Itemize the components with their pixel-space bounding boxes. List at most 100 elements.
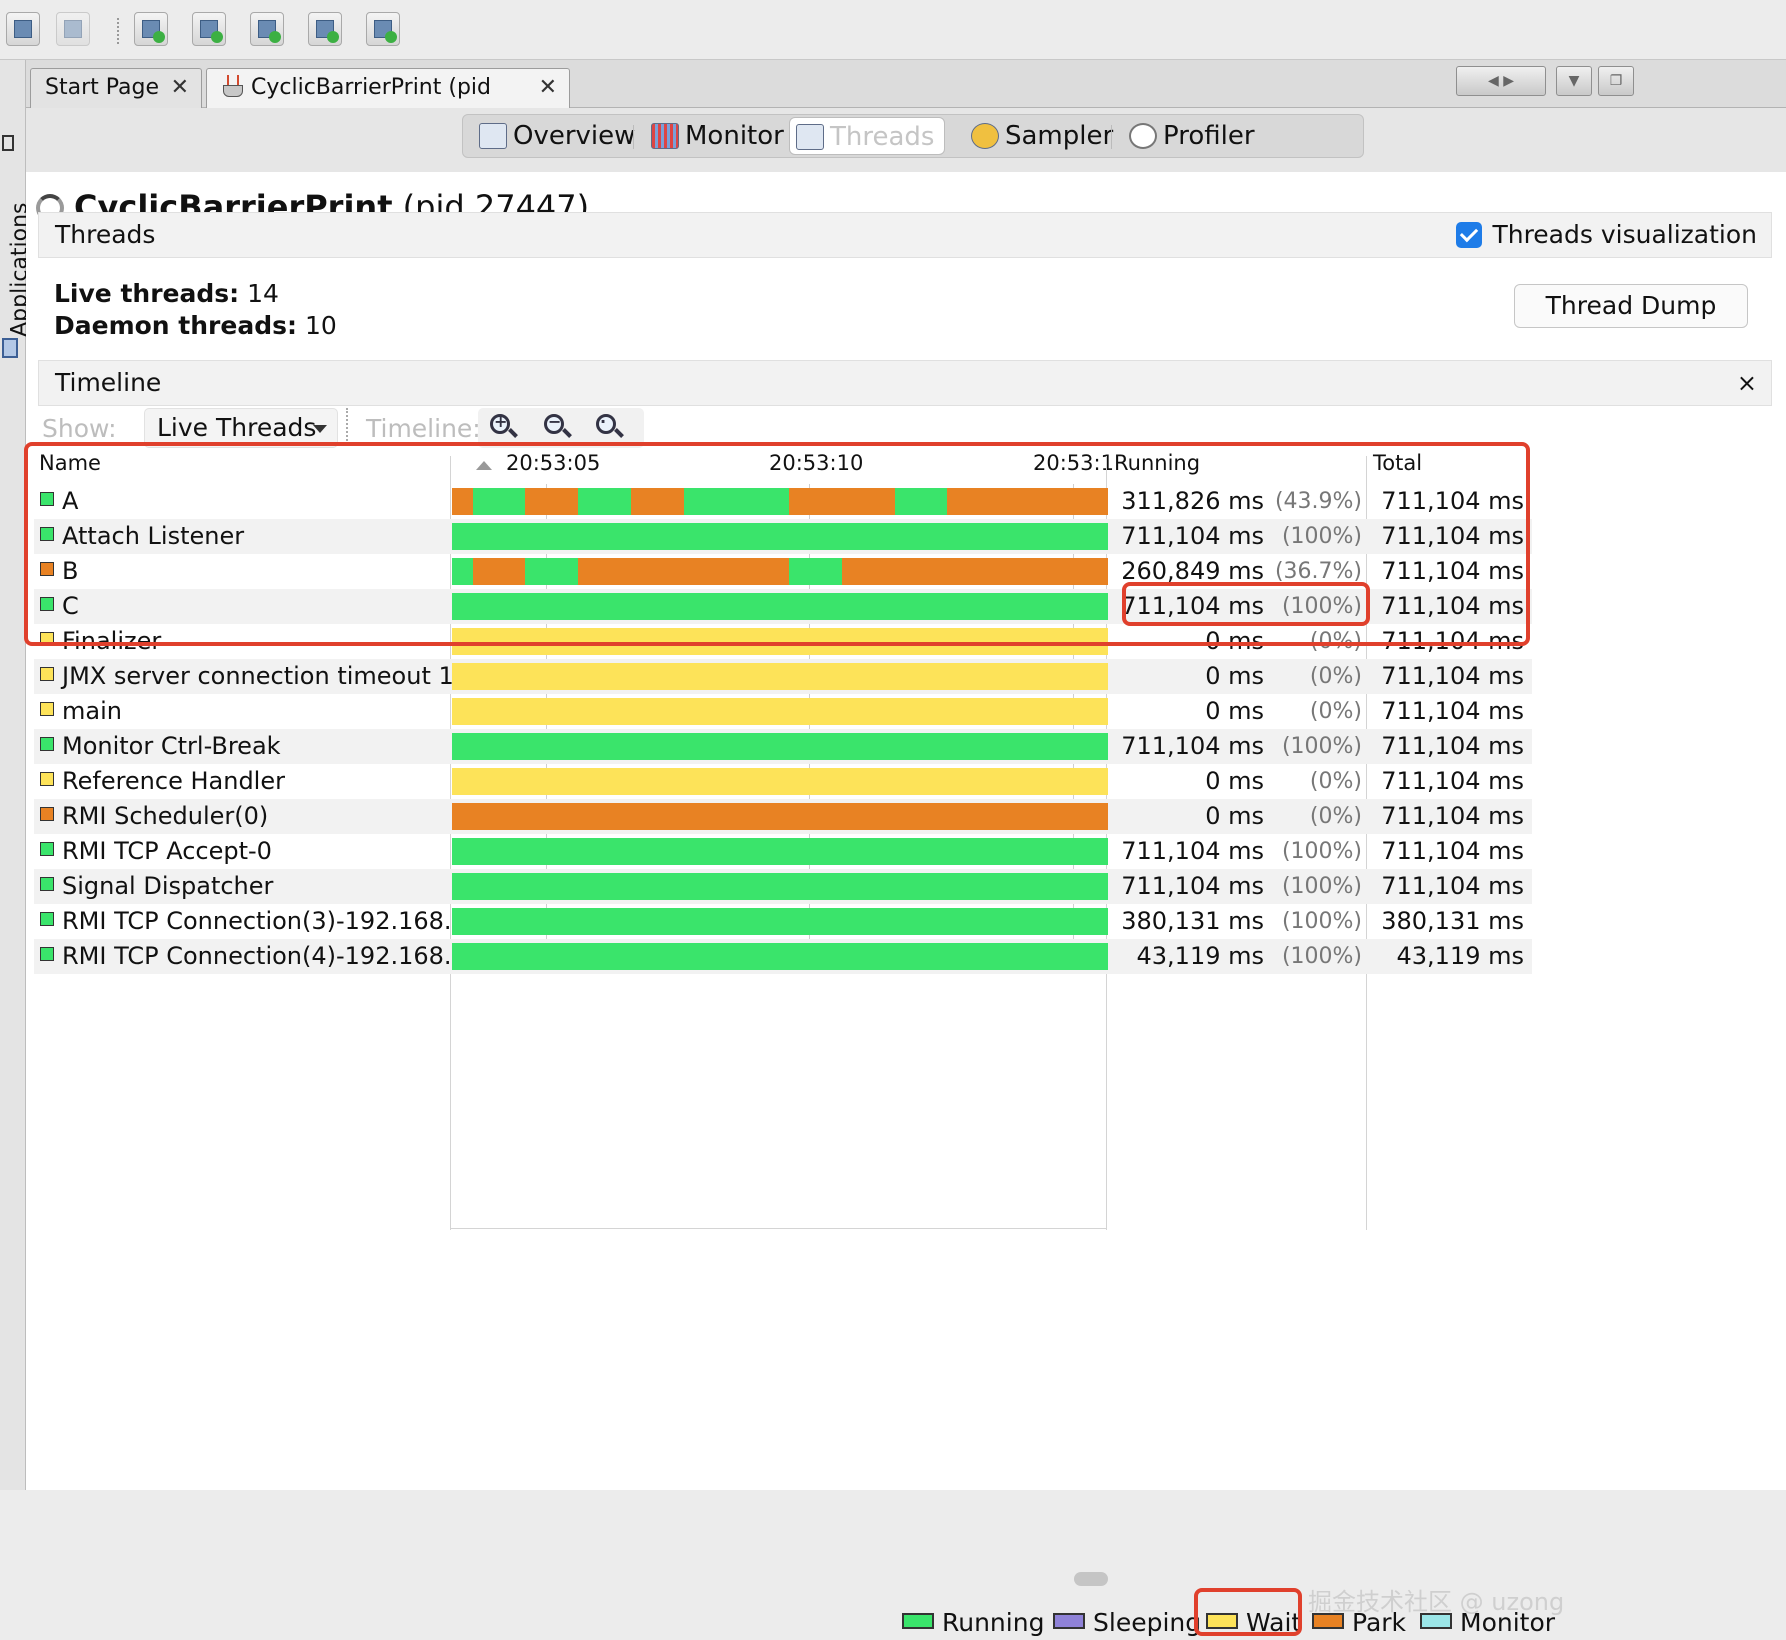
thread-total-time: 711,104 ms [1381, 662, 1524, 690]
add-host-icon[interactable] [134, 12, 168, 46]
tab-overview[interactable]: Overview [473, 117, 635, 155]
thread-running-time: 711,104 ms [1121, 732, 1264, 760]
applications-side-panel[interactable]: Applications [0, 60, 33, 1490]
thread-running-time: 0 ms [1205, 802, 1264, 830]
timeline-segment-running [452, 733, 1108, 760]
thread-stats: Live threads: 14 Daemon threads: 10 [54, 278, 337, 342]
thread-dump-button[interactable]: Thread Dump [1514, 284, 1748, 328]
tab-cyclicbarrierprint[interactable]: CyclicBarrierPrint (pid 27447) ✕ [206, 68, 570, 138]
legend-item-sleeping: Sleeping [1053, 1608, 1201, 1640]
thread-name: RMI TCP Connection(4)-192.168.10 [40, 939, 452, 974]
zoom-out-icon[interactable]: − [544, 412, 572, 442]
thread-running-time: 380,131 ms [1121, 907, 1264, 935]
threads-visualization-label: Threads visualization [1492, 220, 1757, 249]
add-snapshot-icon[interactable] [366, 12, 400, 46]
table-row[interactable]: RMI TCP Connection(4)-192.168.10 43,119 m… [34, 939, 1532, 974]
highlight-box [1194, 1588, 1302, 1636]
show-label: Show: [42, 414, 117, 443]
toolbar-separator [346, 408, 348, 444]
chevron-down-icon [313, 425, 327, 433]
close-icon[interactable]: ✕ [539, 69, 557, 107]
thread-total-time: 380,131 ms [1381, 907, 1524, 935]
thread-name-label: RMI TCP Connection(4)-192.168.10 [62, 942, 452, 970]
thread-name: RMI Scheduler(0) [40, 799, 452, 834]
open-application-icon[interactable] [6, 12, 40, 46]
thread-running-percent: (0%) [1309, 664, 1362, 689]
thread-name-label: RMI TCP Connection(3)-192.168.10 [62, 907, 452, 935]
add-jmx-connection-icon[interactable] [192, 12, 226, 46]
thread-name: RMI TCP Connection(3)-192.168.10 [40, 904, 452, 939]
table-row[interactable]: main 0 ms (0%) 711,104 ms [34, 694, 1532, 729]
checkbox-checked-icon[interactable] [1456, 222, 1483, 248]
table-row[interactable]: JMX server connection timeout 19 0 ms (0%)… [34, 659, 1532, 694]
thread-running-percent: (100%) [1281, 874, 1362, 899]
legend-label: Running [942, 1608, 1045, 1637]
tab-threads-label: Threads [830, 122, 935, 152]
thread-timeline-bar [452, 803, 1108, 830]
thread-running-percent: (0%) [1309, 769, 1362, 794]
timeline-section-header: Timeline × [38, 360, 1772, 406]
tab-start-page[interactable]: Start Page ✕ [30, 68, 202, 108]
timeline-label: Timeline: [366, 414, 481, 443]
legend-item-monitor: Monitor [1420, 1608, 1555, 1640]
legend-swatch-icon [902, 1613, 934, 1629]
tab-list-dropdown-icon[interactable]: ▼ [1556, 66, 1592, 96]
add-core-dump-icon[interactable] [250, 12, 284, 46]
thread-running-time: 0 ms [1205, 767, 1264, 795]
tab-sampler-label: Sampler [1005, 121, 1114, 151]
thread-name-label: JMX server connection timeout 19 [62, 662, 452, 690]
table-row[interactable]: Reference Handler 0 ms (0%) 711,104 ms [34, 764, 1532, 799]
thread-state-swatch-icon [40, 842, 54, 856]
tab-scroll-arrows-icon[interactable]: ◀ ▶ [1456, 66, 1546, 96]
legend-swatch-icon [1420, 1613, 1452, 1629]
thread-name-label: RMI TCP Accept-0 [62, 837, 272, 865]
legend-label: Monitor [1460, 1608, 1556, 1637]
table-row[interactable]: RMI Scheduler(0) 0 ms (0%) 711,104 ms [34, 799, 1532, 834]
view-tab-separator [633, 125, 634, 149]
thread-running-time: 0 ms [1205, 662, 1264, 690]
tab-monitor-label: Monitor [685, 121, 784, 151]
overview-icon [479, 123, 507, 149]
tab-profiler[interactable]: Profiler [1123, 117, 1263, 155]
add-heap-dump-icon[interactable] [308, 12, 342, 46]
thread-state-swatch-icon [40, 702, 54, 716]
thread-running-percent: (100%) [1281, 734, 1362, 759]
panel-restore-icon[interactable] [2, 135, 14, 151]
timeline-segment-wait [452, 663, 1108, 690]
table-row[interactable]: Signal Dispatcher 711,104 ms (100%) 711,104… [34, 869, 1532, 904]
table-row[interactable]: RMI TCP Connection(3)-192.168.10 380,131 … [34, 904, 1532, 939]
thread-timeline-bar [452, 873, 1108, 900]
legend-label: Park [1352, 1608, 1407, 1637]
thread-state-swatch-icon [40, 772, 54, 786]
threads-section-header: Threads Threads visualization [38, 212, 1772, 258]
timeline-segment-running [452, 943, 1108, 970]
timeline-segment-running [452, 873, 1108, 900]
thread-name: Monitor Ctrl-Break [40, 729, 452, 764]
threads-icon [796, 124, 824, 150]
zoom-in-icon[interactable]: + [490, 412, 518, 442]
thread-name: Reference Handler [40, 764, 452, 799]
thread-timeline-bar [452, 943, 1108, 970]
tab-monitor[interactable]: Monitor [645, 117, 785, 155]
sampler-icon [971, 123, 999, 149]
tab-threads[interactable]: Threads [789, 117, 945, 155]
applications-icon[interactable] [2, 338, 18, 358]
thread-state-swatch-icon [40, 737, 54, 751]
thread-state-swatch-icon [40, 877, 54, 891]
java-app-icon [221, 75, 243, 97]
save-icon[interactable] [56, 12, 90, 46]
close-icon[interactable]: ✕ [171, 69, 189, 107]
threads-visualization-toggle[interactable]: Threads visualization [1456, 213, 1757, 257]
table-row[interactable]: Monitor Ctrl-Break 711,104 ms (100%) 711,10… [34, 729, 1532, 764]
zoom-fit-icon[interactable]: · [596, 412, 624, 442]
timeline-segment-wait [452, 768, 1108, 795]
table-row[interactable]: RMI TCP Accept-0 711,104 ms (100%) 711,104 … [34, 834, 1532, 869]
thread-timeline-bar [452, 698, 1108, 725]
timeline-segment-running [452, 838, 1108, 865]
close-icon[interactable]: × [1737, 361, 1757, 405]
maximize-window-icon[interactable]: ❐ [1598, 66, 1634, 96]
horizontal-scrollbar[interactable] [1074, 1572, 1108, 1586]
thread-total-time: 711,104 ms [1381, 732, 1524, 760]
timeline-bottom-border [450, 1228, 1106, 1229]
tab-sampler[interactable]: Sampler [965, 117, 1115, 155]
